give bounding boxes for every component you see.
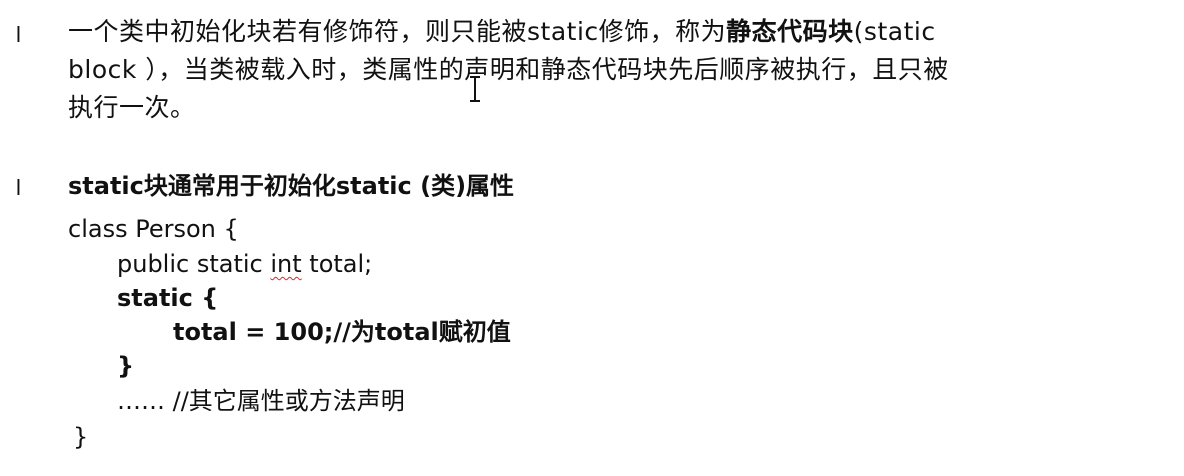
paragraph-text: 一个类中初始化块若有修饰符，则只能被static修饰，称为	[68, 17, 727, 46]
code-field-prefix: public static	[117, 250, 271, 278]
code-class-close: }	[73, 423, 89, 451]
bold-term: 静态代码块	[726, 17, 854, 46]
paragraph-line-3: 执行一次。	[68, 93, 196, 122]
code-other-members-comment: …… //其它属性或方法声明	[117, 387, 405, 415]
code-field-type: int	[270, 250, 302, 278]
code-static-close: }	[117, 352, 135, 380]
code-static-open: static {	[117, 284, 219, 312]
paragraph-text-end: (static	[853, 17, 936, 46]
code-assignment: total = 100;//为total赋初值	[173, 318, 511, 346]
text-cursor-icon	[470, 76, 480, 102]
static-block-usage-heading: static块通常用于初始化static (类)属性	[68, 172, 515, 200]
bullet-1: l	[16, 22, 21, 47]
paragraph-static-block-intro: 一个类中初始化块若有修饰符，则只能被static修饰，称为静态代码块(stati…	[68, 13, 1168, 127]
slide-page: l 一个类中初始化块若有修饰符，则只能被static修饰，称为静态代码块(sta…	[0, 0, 1184, 476]
code-field-declaration: public static int total;	[117, 247, 372, 281]
code-class-declaration: class Person {	[68, 215, 239, 243]
paragraph-line-2: block ），当类被载入时，类属性的声明和静态代码块先后顺序被执行，且只被	[68, 55, 949, 84]
bullet-2: l	[16, 175, 21, 200]
code-field-suffix: total;	[301, 250, 373, 278]
paragraph-line-1: 一个类中初始化块若有修饰符，则只能被static修饰，称为静态代码块(stati…	[68, 13, 1168, 51]
